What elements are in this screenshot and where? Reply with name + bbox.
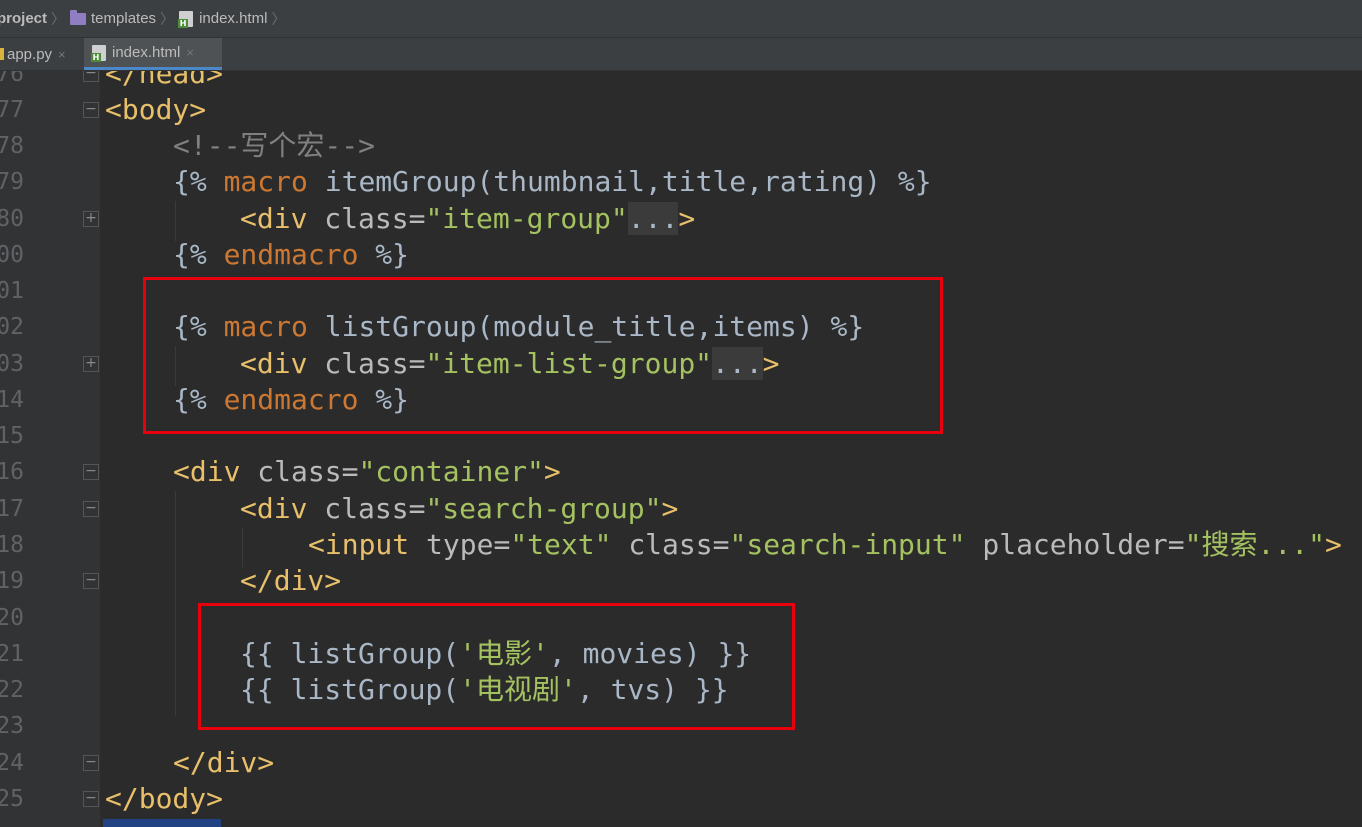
fold-start-icon[interactable]: − xyxy=(83,464,99,480)
line-number: 77 xyxy=(0,97,24,123)
code-line: 16 <div class="container"> xyxy=(0,454,1362,490)
code-token: <div xyxy=(240,202,325,235)
line-number: 23 xyxy=(0,713,24,739)
code-token: </head> xyxy=(105,71,224,90)
highlight-box-calls xyxy=(198,603,795,730)
close-icon[interactable]: × xyxy=(58,47,66,62)
highlight-box-macro xyxy=(143,277,943,434)
fold-end-icon[interactable]: − xyxy=(83,791,99,807)
code-token: </div> xyxy=(173,746,275,779)
code-line: 19 </div> xyxy=(0,563,1362,599)
code-line: 18 <input type="text" class="search-inpu… xyxy=(0,527,1362,563)
line-number: 24 xyxy=(0,750,24,776)
code-keyword: macro xyxy=(223,165,308,198)
code-token: </body> xyxy=(105,782,224,815)
code-token: class= xyxy=(611,528,730,561)
selection-highlight xyxy=(103,819,221,827)
code-token: class= xyxy=(324,202,426,235)
line-number: 22 xyxy=(0,677,24,703)
code-line: 24 </div> xyxy=(0,745,1362,781)
code-line: 25 </body> xyxy=(0,781,1362,817)
folder-icon xyxy=(70,9,87,25)
code-token: itemGroup(thumbnail,title,rating) %} xyxy=(307,165,932,198)
breadcrumb-separator-icon: 〉 xyxy=(271,10,286,27)
code-token: {% xyxy=(173,238,224,271)
close-icon[interactable]: × xyxy=(186,45,194,60)
code-token: placeholder= xyxy=(965,528,1185,561)
code-keyword: endmacro xyxy=(223,238,359,271)
code-line: 79 {% macro itemGroup(thumbnail,title,ra… xyxy=(0,164,1362,200)
code-string: "item-group" xyxy=(425,202,628,235)
line-number: 79 xyxy=(0,169,24,195)
line-number: 80 xyxy=(0,206,24,232)
code-token: > xyxy=(678,202,696,235)
fold-start-icon[interactable]: − xyxy=(83,102,99,118)
expand-fold-icon[interactable]: + xyxy=(83,211,99,227)
html-file-icon xyxy=(178,10,194,28)
code-token: type= xyxy=(426,528,511,561)
breadcrumb-separator-icon: 〉 xyxy=(51,10,66,27)
code-string: "search-group" xyxy=(425,492,662,525)
tab-label: app.py xyxy=(7,45,53,63)
line-number: 21 xyxy=(0,641,24,667)
line-number: 18 xyxy=(0,532,24,558)
line-number: 78 xyxy=(0,133,24,159)
code-line: 80 <div class="item-group"...> xyxy=(0,201,1362,237)
line-number: 00 xyxy=(0,242,24,268)
code-line: 77 <body> xyxy=(0,92,1362,128)
expand-fold-icon[interactable]: + xyxy=(83,356,99,372)
code-string: "搜索..." xyxy=(1184,528,1325,561)
line-number: 01 xyxy=(0,278,24,304)
breadcrumb-file[interactable]: index.html xyxy=(178,10,268,28)
code-token: <div xyxy=(173,455,258,488)
code-line: 17 <div class="search-group"> xyxy=(0,491,1362,527)
breadcrumb-file-label: index.html xyxy=(199,10,268,27)
code-token: <div xyxy=(240,492,325,525)
tab-app-py[interactable]: app.py × xyxy=(0,38,84,70)
html-file-icon xyxy=(91,44,106,62)
code-token: </div> xyxy=(240,564,342,597)
folded-code[interactable]: ... xyxy=(627,202,679,235)
line-number: 14 xyxy=(0,387,24,413)
code-token: <body> xyxy=(105,93,207,126)
code-comment: <!--写个宏--> xyxy=(173,129,376,162)
line-number: 15 xyxy=(0,423,24,449)
line-number: 76 xyxy=(0,71,24,87)
line-number: 25 xyxy=(0,786,24,812)
line-number: 16 xyxy=(0,459,24,485)
line-number: 17 xyxy=(0,496,24,522)
code-line: 76 </head> xyxy=(0,71,1362,92)
code-token: > xyxy=(1324,528,1342,561)
code-token: <input xyxy=(308,528,427,561)
code-token: %} xyxy=(358,238,410,271)
line-number: 20 xyxy=(0,605,24,631)
line-number: 03 xyxy=(0,351,24,377)
code-token: > xyxy=(543,455,561,488)
fold-start-icon[interactable]: − xyxy=(83,501,99,517)
code-editor[interactable]: 76 </head> 77 <body> 78 <!--写个宏--> 79 {%… xyxy=(0,71,1362,827)
line-number: 19 xyxy=(0,568,24,594)
code-string: "container" xyxy=(358,455,544,488)
fold-end-icon[interactable]: − xyxy=(83,573,99,589)
breadcrumb-project[interactable]: project xyxy=(0,10,47,27)
code-token: {% xyxy=(173,165,224,198)
navigation-bar: project 〉 templates 〉 index.html 〉 xyxy=(0,0,1362,38)
line-number: 02 xyxy=(0,314,24,340)
code-token: class= xyxy=(324,492,426,525)
breadcrumb-separator-icon: 〉 xyxy=(160,10,175,27)
tab-label: index.html xyxy=(112,44,181,61)
breadcrumb-folder-label: templates xyxy=(91,10,157,27)
breadcrumb-folder[interactable]: templates xyxy=(70,9,157,27)
code-token: class= xyxy=(257,455,359,488)
fold-end-icon[interactable]: − xyxy=(83,755,99,771)
fold-end-icon[interactable]: − xyxy=(83,71,99,82)
code-line: 00 {% endmacro %} xyxy=(0,237,1362,273)
python-file-icon xyxy=(0,48,4,60)
tab-index-html[interactable]: index.html × xyxy=(84,38,222,70)
code-string: "search-input" xyxy=(729,528,966,561)
code-token: > xyxy=(661,492,679,525)
code-string: "text" xyxy=(510,528,612,561)
editor-tab-bar: app.py × index.html × xyxy=(0,38,1362,71)
code-line: 78 <!--写个宏--> xyxy=(0,128,1362,164)
